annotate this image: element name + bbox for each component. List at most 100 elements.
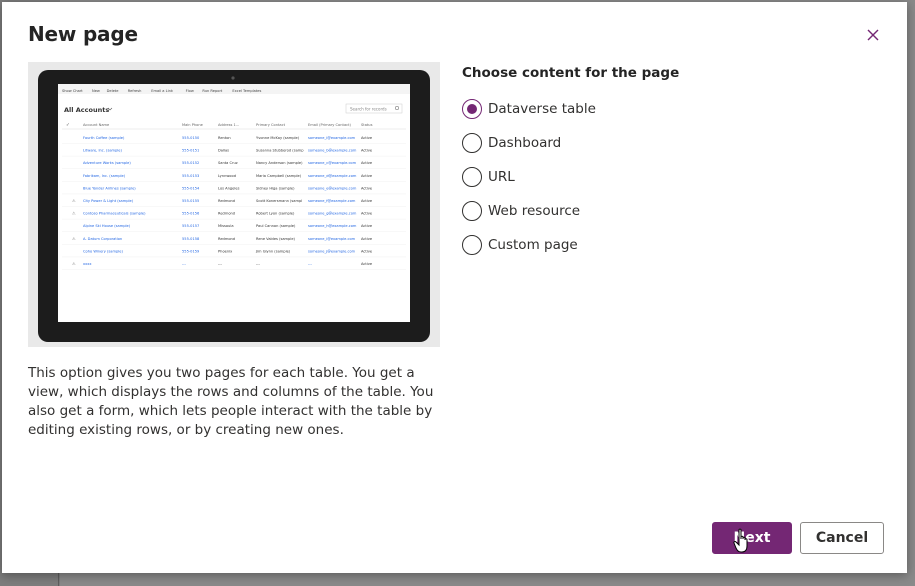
preview-cell: someone_c@example.com <box>308 161 357 165</box>
preview-cell: someone_d@example.com <box>308 174 357 178</box>
preview-cell: Sidney Higa (sample) <box>256 186 295 190</box>
radio-dashboard[interactable] <box>462 133 482 153</box>
preview-cell: Active <box>361 149 373 153</box>
preview-warning-icon: ⚠ <box>72 261 76 266</box>
preview-cell: Rene Valdes (sample) <box>256 237 296 241</box>
preview-cell: Yvonne McKay (sample) <box>256 136 300 140</box>
preview-cell: 555-0158 <box>182 237 200 241</box>
preview-cell: Fabrikam, Inc. (sample) <box>83 174 126 178</box>
preview-cell: xxxx <box>83 262 92 266</box>
preview-cell: Active <box>361 212 373 216</box>
preview-column-header: Account Name <box>83 123 110 127</box>
option-label: Custom page <box>488 237 578 253</box>
preview-cell: 555-0159 <box>182 249 200 253</box>
preview-cell: Active <box>361 262 373 266</box>
preview-cell: 555-0154 <box>182 186 200 190</box>
preview-warning-icon: ⚠ <box>72 236 76 241</box>
tablet-camera <box>231 76 235 80</box>
preview-cell: Redmond <box>218 237 235 241</box>
preview-check-icon: ✓ <box>66 122 70 127</box>
preview-cell: someone_g@example.com <box>308 212 357 216</box>
preview-cell: 555-0151 <box>182 149 199 153</box>
preview-cell: Active <box>361 186 373 190</box>
option-dashboard[interactable]: Dashboard <box>462 126 596 160</box>
preview-toolbar-item: Flow <box>186 89 194 93</box>
preview-warning-icon: ⚠ <box>72 211 76 216</box>
close-icon[interactable] <box>862 24 884 46</box>
preview-cell: Fourth Coffee (sample) <box>83 136 125 140</box>
preview-toolbar-item: Show Chart <box>62 89 83 93</box>
preview-cell: Nancy Anderson (sample) <box>256 161 303 165</box>
preview-cell: someone_i@example.com <box>308 136 356 140</box>
preview-column-header: Address 1... <box>218 123 239 127</box>
preview-cell: Active <box>361 224 373 228</box>
preview-cell: Jim Glynn (sample) <box>255 249 291 253</box>
preview-cell: Renton <box>218 136 231 140</box>
preview-view-title: All Accounts <box>64 106 109 114</box>
option-dataverse-table[interactable]: Dataverse table <box>462 92 596 126</box>
preview-toolbar-item: Excel Templates <box>232 89 261 93</box>
preview-cell: someone_i@example.com <box>308 237 356 241</box>
preview-cell: someone_f@example.com <box>308 199 356 203</box>
preview-cell: Missoula <box>218 224 234 228</box>
tablet-illustration: Show Chart New Delete Refresh Email a Link Fl… <box>28 62 440 347</box>
preview-cell: Active <box>361 249 373 253</box>
option-url[interactable]: URL <box>462 160 596 194</box>
preview-cell: Dallas <box>218 149 229 153</box>
close-button[interactable] <box>862 24 884 46</box>
preview-cell: Litware, Inc. (sample) <box>83 149 123 153</box>
tablet-screen <box>58 84 410 322</box>
option-label: Dataverse table <box>488 101 596 117</box>
option-description: This option gives you two pages for each… <box>28 365 434 438</box>
preview-cell: 555-0150 <box>182 136 200 140</box>
preview-column-header: Primary Contact <box>256 123 286 127</box>
preview-cell: someone_j@example.com <box>308 249 356 253</box>
option-label: Dashboard <box>488 135 562 151</box>
preview-cell: Adventure Works (sample) <box>83 161 131 165</box>
next-button[interactable]: Next <box>712 522 792 554</box>
cancel-button[interactable]: Cancel <box>800 522 884 554</box>
option-web-resource[interactable]: Web resource <box>462 194 596 228</box>
preview-warning-icon: ⚠ <box>72 198 76 203</box>
preview-cell: someone_b@example.com <box>308 149 357 153</box>
preview-cell: Santa Cruz <box>218 161 238 165</box>
radio-web-resource[interactable] <box>462 201 482 221</box>
preview-cell: 555-0157 <box>182 224 199 228</box>
new-page-dialog: New page Show Chart New Delete Refresh Email… <box>2 2 907 573</box>
preview-toolbar-item: Email a Link <box>151 89 174 93</box>
preview-search-placeholder: Search for records <box>350 107 387 112</box>
preview-cell: Active <box>361 199 373 203</box>
preview-column-header: Main Phone <box>182 123 204 127</box>
preview-column-header: Email (Primary Contact) <box>308 123 352 127</box>
preview-cell: Robert Lyon (sample) <box>256 212 295 216</box>
preview-toolbar-item: Refresh <box>128 89 142 93</box>
preview-cell: Contoso Pharmaceuticals (sample) <box>83 212 146 216</box>
radio-url[interactable] <box>462 167 482 187</box>
choose-content-label: Choose content for the page <box>462 65 680 81</box>
preview-cell: Phoenix <box>218 249 233 253</box>
option-label: URL <box>488 169 515 185</box>
preview-cell: City Power & Light (sample) <box>83 199 134 203</box>
preview-cell: Coho Winery (sample) <box>83 249 124 253</box>
preview-cell: 555-0156 <box>182 212 200 216</box>
preview-cell: Active <box>361 237 373 241</box>
preview-toolbar-item: Run Report <box>202 89 223 93</box>
content-type-radio-group: Dataverse table Dashboard URL Web resour… <box>462 92 596 262</box>
preview-cell: Redmond <box>218 199 235 203</box>
radio-dataverse-table[interactable] <box>462 99 482 119</box>
preview-cell: Active <box>361 136 373 140</box>
preview-cell: Los Angeles <box>218 186 240 190</box>
preview-cell: Redmond <box>218 212 235 216</box>
preview-cell: 555-0153 <box>182 174 199 178</box>
radio-custom-page[interactable] <box>462 235 482 255</box>
preview-cell: Active <box>361 161 373 165</box>
preview-toolbar-item: New <box>92 89 100 93</box>
preview-cell: 555-0152 <box>182 161 199 165</box>
preview-cell: someone_h@example.com <box>308 224 357 228</box>
preview-cell: Paul Cannon (sample) <box>256 224 296 228</box>
dialog-title: New page <box>28 22 138 46</box>
preview-cell: Active <box>361 174 373 178</box>
content-preview-image: Show Chart New Delete Refresh Email a Link Fl… <box>28 62 440 347</box>
option-custom-page[interactable]: Custom page <box>462 228 596 262</box>
preview-cell: Maria Campbell (sample) <box>256 174 302 178</box>
